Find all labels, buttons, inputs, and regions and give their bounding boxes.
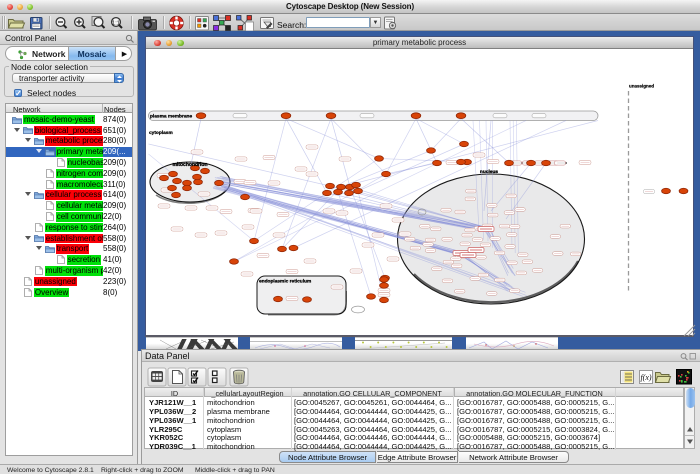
- svg-text:unassigned: unassigned: [629, 84, 654, 89]
- svg-text:mitochondrion: mitochondrion: [173, 162, 208, 168]
- svg-text:1:1: 1:1: [112, 21, 120, 27]
- svg-text:f(x): f(x): [640, 373, 651, 382]
- svg-text:endoplasmic reticulum: endoplasmic reticulum: [259, 279, 311, 285]
- svg-text:cytoplasm: cytoplasm: [149, 130, 173, 136]
- svg-text:nucleus: nucleus: [480, 169, 498, 175]
- svg-text:plasma membrane: plasma membrane: [150, 114, 192, 120]
